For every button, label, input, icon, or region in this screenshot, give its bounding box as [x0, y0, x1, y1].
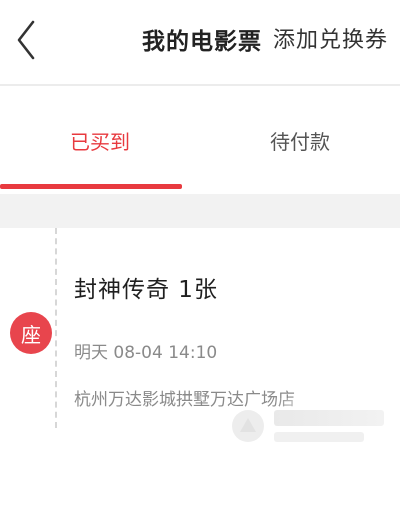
watermark-subtext-bar — [274, 432, 364, 442]
tab-bar: 已买到 待付款 — [0, 86, 400, 194]
watermark — [230, 400, 390, 460]
ticket-card[interactable]: 座 封神传奇 1张 明天 08-04 14:10 杭州万达影城拱墅万达广场店 — [0, 228, 400, 507]
watermark-text-bar — [274, 410, 384, 426]
add-voucher-button[interactable]: 添加兑换券 — [273, 22, 388, 54]
chevron-left-icon — [17, 20, 35, 60]
tab-purchased[interactable]: 已买到 — [0, 86, 200, 194]
seat-badge: 座 — [10, 312, 52, 354]
movie-title: 封神传奇 1张 — [74, 277, 218, 303]
page-title: 我的电影票 — [142, 29, 262, 55]
navigation-bar: 我的电影票 添加兑换券 — [0, 0, 400, 82]
active-tab-indicator — [0, 184, 182, 189]
back-button[interactable] — [4, 14, 48, 66]
watermark-logo-icon — [232, 410, 264, 442]
screen: 我的电影票 添加兑换券 已买到 待付款 座 封神传奇 1张 明天 08-04 1… — [0, 0, 400, 507]
showtime: 明天 08-04 14:10 — [74, 343, 218, 363]
tab-pending-payment[interactable]: 待付款 — [200, 86, 400, 194]
section-gap — [0, 194, 400, 228]
ticket-dashed-divider — [55, 228, 57, 428]
